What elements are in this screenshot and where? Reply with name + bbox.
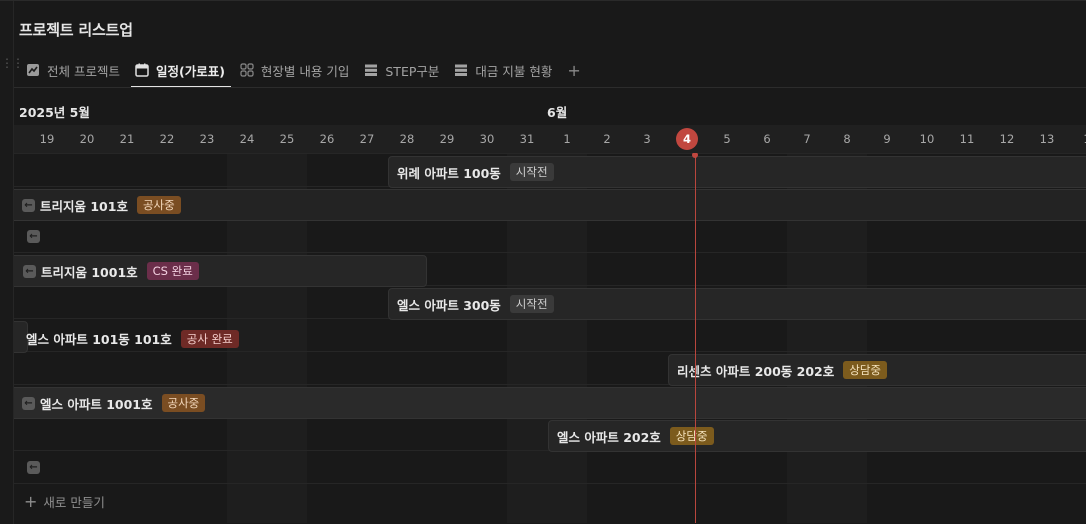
tab-label: STEP구분 bbox=[385, 63, 440, 79]
task-bar[interactable]: ← 엘스 아파트 1001호 공사중 bbox=[14, 387, 1086, 419]
task-name: 엘스 아파트 300동 bbox=[397, 297, 501, 313]
task-name: 위례 아파트 100동 bbox=[397, 165, 501, 181]
status-badge: 시작전 bbox=[509, 163, 554, 181]
day-cell: 1 bbox=[563, 132, 571, 146]
task-name: 엘스 아파트 101동 101호 bbox=[26, 332, 172, 347]
add-view-button[interactable]: + bbox=[561, 61, 586, 80]
row-divider bbox=[14, 351, 1086, 352]
status-badge: 시작전 bbox=[509, 295, 554, 313]
status-badge: 공사중 bbox=[136, 196, 181, 214]
day-cell: 8 bbox=[843, 132, 851, 146]
day-cell: 28 bbox=[399, 132, 415, 146]
status-badge: 상담중 bbox=[669, 427, 714, 445]
day-cell: 4 bbox=[667, 125, 707, 153]
day-cell: 5 bbox=[723, 132, 731, 146]
gantt-view: 프로젝트 리스트업 ⋮⋮ 전체 프로젝트 일정(가로표) 현장별 내용 기입 S… bbox=[0, 0, 1086, 524]
status-badge: 공사 완료 bbox=[180, 329, 239, 348]
tab-label: 일정(가로표) bbox=[155, 63, 225, 79]
day-cell: 19 bbox=[39, 132, 55, 146]
tab-label: 대금 지불 현황 bbox=[475, 63, 553, 79]
task-bar[interactable]: 엘스 아파트 202호 상담중 bbox=[548, 420, 1086, 452]
day-cell: 2 bbox=[603, 132, 611, 146]
day-cell: 22 bbox=[159, 132, 175, 146]
table-icon bbox=[454, 63, 468, 77]
day-cell: 23 bbox=[199, 132, 215, 146]
day-cell: 3 bbox=[643, 132, 651, 146]
day-cell: 26 bbox=[319, 132, 335, 146]
status-badge: 상담중 bbox=[843, 361, 887, 379]
day-cell: 25 bbox=[279, 132, 295, 146]
arrow-left-icon[interactable]: ← bbox=[22, 396, 35, 410]
status-badge: 공사중 bbox=[161, 394, 206, 412]
table-icon bbox=[364, 63, 378, 77]
day-cell: 21 bbox=[119, 132, 135, 146]
day-cell: 9 bbox=[883, 132, 891, 146]
tab-all-projects[interactable]: 전체 프로젝트 bbox=[20, 53, 126, 87]
today-badge: 4 bbox=[676, 128, 698, 150]
view-tabs: 전체 프로젝트 일정(가로표) 현장별 내용 기입 STEP구분 대금 지불 현… bbox=[20, 53, 587, 88]
tabs-divider bbox=[14, 87, 1086, 88]
task-bar[interactable]: 엘스 아파트 300동 시작전 bbox=[388, 288, 1086, 320]
tab-label: 전체 프로젝트 bbox=[47, 63, 120, 79]
new-item-label: 새로 만들기 bbox=[43, 495, 105, 510]
day-cell: 6 bbox=[763, 132, 771, 146]
today-indicator-line bbox=[695, 153, 696, 523]
day-cell: 31 bbox=[519, 132, 535, 146]
tab-schedule[interactable]: 일정(가로표) bbox=[129, 53, 231, 88]
day-cell: 13 bbox=[1039, 132, 1055, 146]
task-bar[interactable]: 리센츠 아파트 200동 202호 상담중 bbox=[668, 354, 1086, 386]
calendar-icon bbox=[135, 63, 149, 77]
status-badge: CS 완료 bbox=[146, 262, 199, 280]
day-cell: 10 bbox=[919, 132, 935, 146]
arrow-left-icon[interactable]: ← bbox=[22, 198, 35, 212]
new-item-button[interactable]: + 새로 만들기 bbox=[24, 492, 105, 511]
day-cell: 24 bbox=[239, 132, 255, 146]
day-cell: 7 bbox=[803, 132, 811, 146]
tab-label: 현장별 내용 기입 bbox=[260, 63, 350, 79]
plus-icon: + bbox=[24, 492, 38, 511]
tab-site-details[interactable]: 현장별 내용 기입 bbox=[234, 53, 355, 87]
task-label[interactable]: 엘스 아파트 101동 101호 공사 완료 bbox=[26, 329, 239, 348]
arrow-left-icon[interactable]: ← bbox=[27, 230, 40, 243]
day-cell: 27 bbox=[359, 132, 375, 146]
task-bar[interactable]: ← 트리지움 101호 공사중 bbox=[14, 189, 1086, 221]
page-title: 프로젝트 리스트업 bbox=[19, 21, 133, 39]
timeline-grid: 위례 아파트 100동 시작전 ← 트리지움 101호 공사중 ← ← 트리지움… bbox=[14, 153, 1086, 523]
day-cell: 12 bbox=[999, 132, 1015, 146]
day-cell: 30 bbox=[479, 132, 495, 146]
row-divider bbox=[14, 153, 1086, 154]
tab-payment-status[interactable]: 대금 지불 현황 bbox=[448, 53, 558, 87]
day-cell: 20 bbox=[79, 132, 95, 146]
row-divider bbox=[14, 483, 1086, 484]
task-name: 트리지움 101호 bbox=[40, 198, 128, 214]
month-label-june: 6월 bbox=[547, 105, 568, 120]
task-bar[interactable]: ← 트리지움 1001호 CS 완료 bbox=[14, 255, 427, 287]
day-cell: 11 bbox=[959, 132, 975, 146]
task-name: 트리지움 1001호 bbox=[41, 264, 138, 280]
task-name: 리센츠 아파트 200동 202호 bbox=[677, 363, 835, 379]
grid-icon bbox=[240, 63, 254, 77]
row-divider bbox=[14, 252, 1086, 253]
tab-step[interactable]: STEP구분 bbox=[358, 53, 445, 87]
day-header: 19 20 21 22 23 24 25 26 27 28 29 30 31 1 2 3 4 5 6 7 8 9 10 11 1… bbox=[14, 125, 1086, 153]
arrow-left-icon[interactable]: ← bbox=[27, 461, 40, 474]
task-name: 엘스 아파트 202호 bbox=[557, 429, 661, 445]
day-cell: 29 bbox=[439, 132, 455, 146]
drag-handle-icon[interactable]: ⋮⋮ bbox=[1, 57, 24, 77]
month-label-may: 2025년 5월 bbox=[19, 105, 90, 120]
task-name: 엘스 아파트 1001호 bbox=[40, 396, 153, 412]
task-bar[interactable]: 위례 아파트 100동 시작전 bbox=[388, 156, 1086, 188]
day-cell: 1 bbox=[1067, 125, 1086, 153]
arrow-left-icon[interactable]: ← bbox=[23, 264, 36, 278]
left-gutter bbox=[0, 1, 14, 524]
chart-line-icon bbox=[26, 63, 40, 77]
